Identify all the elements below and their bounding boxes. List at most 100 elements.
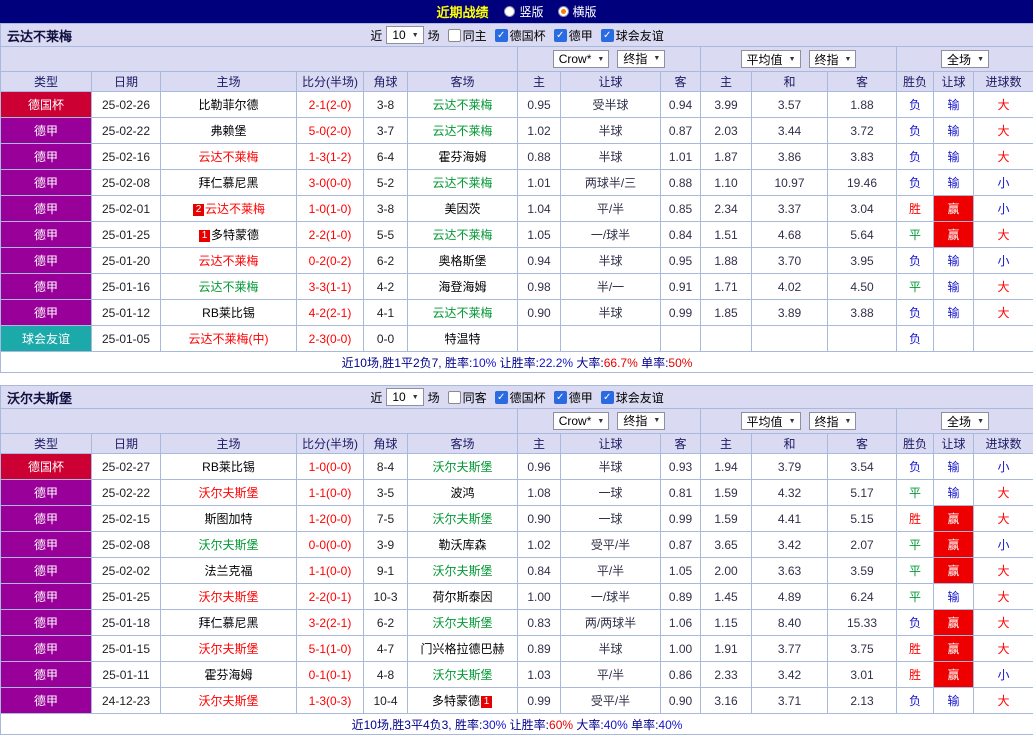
team-name-link[interactable]: 云达不莱梅 (432, 228, 492, 242)
checkbox-icon[interactable]: ✓ (554, 391, 567, 404)
team-name-link[interactable]: 沃尔夫斯堡 (198, 486, 258, 500)
team-name-link[interactable]: 霍芬海姆 (438, 150, 486, 164)
team-name-link[interactable]: 沃尔夫斯堡 (432, 616, 492, 630)
filter-checkbox[interactable]: ✓球会友谊 (601, 389, 664, 406)
checkbox-icon[interactable] (448, 391, 461, 404)
score-cell[interactable]: 3-3(1-1) (297, 274, 364, 300)
score-cell[interactable]: 0-1(0-1) (297, 662, 364, 688)
asian-company-select[interactable]: Crow*▼ (553, 50, 610, 68)
filter-checkbox[interactable]: ✓球会友谊 (601, 27, 664, 44)
team-name-link[interactable]: 勒沃库森 (438, 538, 486, 552)
asian-time-select[interactable]: 终指▼ (617, 412, 665, 430)
radio-icon[interactable] (558, 6, 569, 17)
filter-checkbox[interactable]: 同客 (448, 389, 487, 406)
team-name-link[interactable]: 沃尔夫斯堡 (198, 694, 258, 708)
corner-cell: 3-8 (364, 92, 408, 118)
score-cell[interactable]: 1-1(0-0) (297, 558, 364, 584)
team-name-link[interactable]: 沃尔夫斯堡 (432, 460, 492, 474)
score-cell[interactable]: 0-2(0-2) (297, 248, 364, 274)
match-count-select[interactable]: 10▼ (386, 388, 423, 406)
filter-checkbox[interactable]: ✓德国杯 (495, 27, 546, 44)
score-cell[interactable]: 2-2(1-0) (297, 222, 364, 248)
column-header: 类型 (1, 72, 92, 92)
euro-company-select[interactable]: 平均值▼ (741, 412, 801, 430)
asian-time-select[interactable]: 终指▼ (617, 50, 665, 68)
score-cell[interactable]: 0-0(0-0) (297, 532, 364, 558)
team-name-link[interactable]: 多特蒙德 (432, 694, 480, 708)
team-name-link[interactable]: 特温特 (444, 332, 480, 346)
team-name-link[interactable]: 云达不莱梅 (198, 254, 258, 268)
scope-select[interactable]: 全场▼ (941, 412, 989, 430)
away-team-cell: 云达不莱梅 (408, 222, 518, 248)
team-name-link[interactable]: 沃尔夫斯堡 (432, 564, 492, 578)
team-name-link[interactable]: 沃尔夫斯堡 (198, 590, 258, 604)
euro-time-select[interactable]: 终指▼ (809, 412, 857, 430)
team-name-link[interactable]: 比勒菲尔德 (198, 98, 258, 112)
filter-checkbox[interactable]: ✓德甲 (554, 389, 593, 406)
team-name-link[interactable]: 斯图加特 (204, 512, 252, 526)
checkbox-icon[interactable] (448, 29, 461, 42)
checkbox-icon[interactable]: ✓ (495, 391, 508, 404)
score-cell[interactable]: 4-2(2-1) (297, 300, 364, 326)
team-name-link[interactable]: RB莱比锡 (202, 306, 255, 320)
score-cell[interactable]: 1-2(0-0) (297, 506, 364, 532)
team-name-link[interactable]: 云达不莱梅 (432, 306, 492, 320)
team-name-link[interactable]: 云达不莱梅 (205, 202, 265, 216)
team-name-link[interactable]: 云达不莱梅 (432, 176, 492, 190)
filter-checkbox[interactable]: ✓德甲 (554, 27, 593, 44)
euro-away-odds-cell: 5.64 (828, 222, 897, 248)
filter-checkbox[interactable]: ✓德国杯 (495, 389, 546, 406)
score-cell[interactable]: 3-2(2-1) (297, 610, 364, 636)
team-name-link[interactable]: 霍芬海姆 (204, 668, 252, 682)
score-cell[interactable]: 2-1(2-0) (297, 92, 364, 118)
euro-draw-odds-cell: 4.32 (752, 480, 828, 506)
team-name-link[interactable]: 弗赖堡 (210, 124, 246, 138)
score-cell[interactable]: 1-1(0-0) (297, 480, 364, 506)
score-cell[interactable]: 1-0(0-0) (297, 454, 364, 480)
team-name-link[interactable]: 云达不莱梅(中) (189, 332, 269, 346)
handicap-line-cell: 半球 (561, 144, 661, 170)
layout-radio-vertical[interactable]: 竖版 (504, 3, 543, 20)
score-cell[interactable]: 1-3(1-2) (297, 144, 364, 170)
euro-time-select[interactable]: 终指▼ (809, 50, 857, 68)
match-count-select[interactable]: 10▼ (386, 26, 423, 44)
team-name-link[interactable]: RB莱比锡 (202, 460, 255, 474)
team-name-link[interactable]: 法兰克福 (204, 564, 252, 578)
checkbox-icon[interactable]: ✓ (601, 391, 614, 404)
filter-checkbox[interactable]: 同主 (448, 27, 487, 44)
radio-icon[interactable] (504, 6, 515, 17)
team-name-link[interactable]: 门兴格拉德巴赫 (420, 642, 504, 656)
score-cell[interactable]: 5-1(1-0) (297, 636, 364, 662)
team-name-link[interactable]: 荷尔斯泰因 (432, 590, 492, 604)
checkbox-icon[interactable]: ✓ (495, 29, 508, 42)
checkbox-icon[interactable]: ✓ (601, 29, 614, 42)
score-cell[interactable]: 2-2(0-1) (297, 584, 364, 610)
team-name-link[interactable]: 奥格斯堡 (438, 254, 486, 268)
team-name-link[interactable]: 云达不莱梅 (432, 124, 492, 138)
team-name-link[interactable]: 拜仁慕尼黑 (198, 616, 258, 630)
scope-select[interactable]: 全场▼ (941, 50, 989, 68)
team-name-link[interactable]: 沃尔夫斯堡 (198, 642, 258, 656)
team-name-link[interactable]: 沃尔夫斯堡 (198, 538, 258, 552)
layout-radio-horizontal[interactable]: 横版 (558, 3, 597, 20)
team-name-link[interactable]: 波鸿 (450, 486, 474, 500)
score-cell[interactable]: 2-3(0-0) (297, 326, 364, 352)
asian-home-odds-cell: 1.00 (518, 584, 561, 610)
team-name-link[interactable]: 沃尔夫斯堡 (432, 668, 492, 682)
team-name-link[interactable]: 拜仁慕尼黑 (198, 176, 258, 190)
team-name-link[interactable]: 云达不莱梅 (198, 150, 258, 164)
asian-company-select[interactable]: Crow*▼ (553, 412, 610, 430)
score-cell[interactable]: 1-3(0-3) (297, 688, 364, 714)
score-cell[interactable]: 1-0(1-0) (297, 196, 364, 222)
team-name-link[interactable]: 云达不莱梅 (198, 280, 258, 294)
score-cell[interactable]: 3-0(0-0) (297, 170, 364, 196)
team-name-link[interactable]: 云达不莱梅 (432, 98, 492, 112)
team-name-link[interactable]: 美因茨 (444, 202, 480, 216)
euro-company-select[interactable]: 平均值▼ (741, 50, 801, 68)
checkbox-icon[interactable]: ✓ (554, 29, 567, 42)
team-name-link[interactable]: 沃尔夫斯堡 (432, 512, 492, 526)
score-cell[interactable]: 5-0(2-0) (297, 118, 364, 144)
team-name-link[interactable]: 海登海姆 (438, 280, 486, 294)
column-header: 胜负 (897, 72, 934, 92)
team-name-link[interactable]: 多特蒙德 (211, 228, 259, 242)
